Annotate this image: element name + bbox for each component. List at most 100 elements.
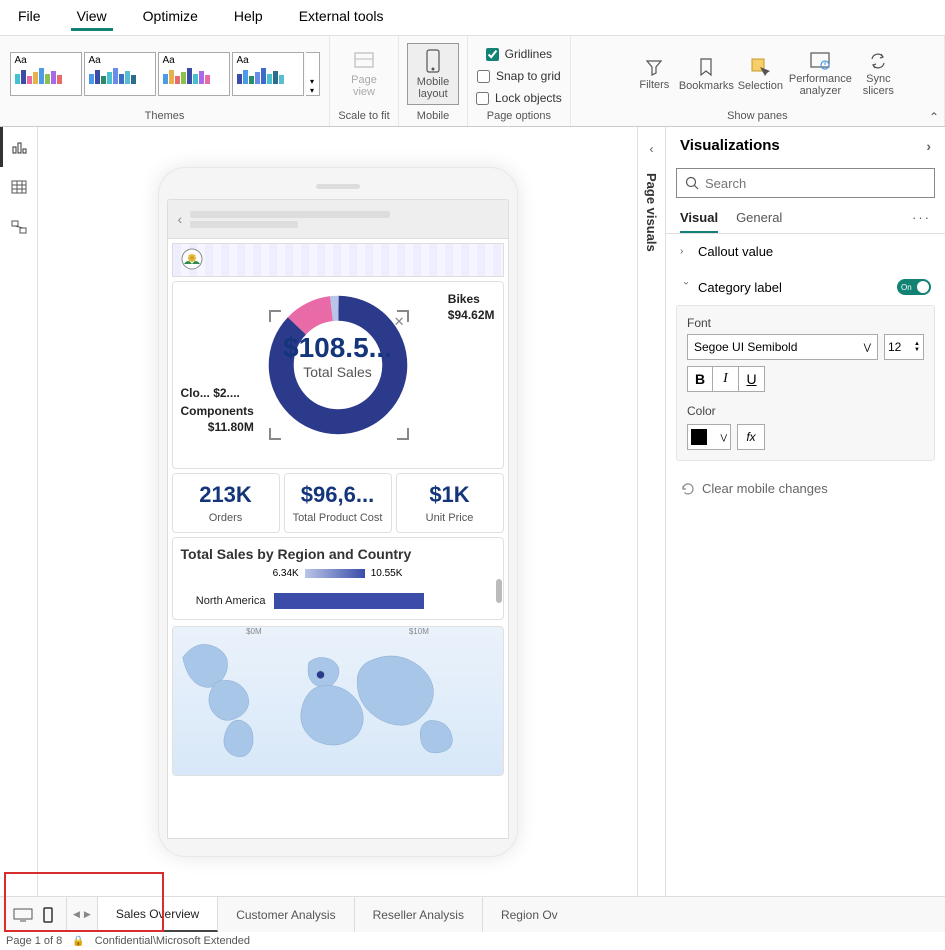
bold-button[interactable]: B [687, 366, 713, 392]
viz-pane-header: Visualizations › [666, 127, 945, 164]
kpi-product-cost[interactable]: $96,6...Total Product Cost [284, 473, 392, 533]
ribbon-group-mobile: Mobile layout Mobile [399, 36, 468, 126]
left-nav-rail [0, 127, 38, 907]
menu-file[interactable]: File [12, 4, 47, 31]
page-view-icon [352, 50, 376, 72]
chevron-down-icon: › [681, 281, 692, 293]
reset-icon [680, 482, 694, 496]
section-callout-value[interactable]: › Callout value [666, 234, 945, 269]
fx-button[interactable]: fx [737, 424, 765, 450]
page-tabs-bar: ◀ ▶ Sales Overview Customer Analysis Res… [0, 896, 945, 932]
tab-next-button[interactable]: ▶ [84, 909, 91, 920]
theme-option-3[interactable]: Aa [158, 52, 230, 96]
tab-general[interactable]: General [736, 210, 782, 233]
page-count-text: Page 1 of 8 [6, 935, 62, 947]
tab-prev-button[interactable]: ◀ [73, 909, 80, 920]
filters-button[interactable]: Filters [630, 43, 678, 105]
selection-icon [749, 56, 771, 78]
page-tab-reseller-analysis[interactable]: Reseller Analysis [355, 897, 483, 932]
page-view-button[interactable]: Page view [338, 43, 390, 105]
page-visuals-label: Page visuals [644, 173, 659, 252]
menu-help[interactable]: Help [228, 4, 269, 31]
kpi-row: 213KOrders $96,6...Total Product Cost $1… [172, 473, 504, 533]
logo-strip [172, 243, 504, 277]
ribbon-group-show-panes: Filters Bookmarks Selection Performance … [571, 36, 945, 126]
theme-dropdown[interactable]: ▾▾ [306, 52, 320, 96]
viz-search-input[interactable] [705, 176, 926, 191]
mobile-view-icon[interactable] [42, 906, 54, 924]
bar-chart-card[interactable]: Total Sales by Region and Country 6.34K1… [172, 537, 504, 620]
canvas[interactable]: ‹ $108.5... [38, 127, 637, 907]
world-map-icon [173, 627, 503, 775]
table-icon [10, 179, 28, 195]
collapse-viz-button[interactable]: › [926, 138, 931, 154]
expand-page-visuals-button[interactable]: ‹ [650, 135, 654, 163]
lock-checkbox[interactable]: Lock objects [476, 88, 562, 108]
theme-option-2[interactable]: Aa [84, 52, 156, 96]
model-view-button[interactable] [0, 207, 37, 247]
bookmark-icon [697, 56, 715, 78]
bar-chart-icon [11, 139, 29, 155]
mobile-preview: ‹ $108.5... [158, 167, 518, 857]
section-category-label[interactable]: › Category label On [666, 269, 945, 305]
gauge-icon [809, 51, 831, 71]
menu-external-tools[interactable]: External tools [293, 4, 390, 31]
category-label-toggle[interactable]: On [897, 279, 931, 295]
ribbon-group-scale: Page view Scale to fit [330, 36, 399, 126]
ribbon-group-themes: Aa Aa Aa Aa ▾▾ Themes [0, 36, 330, 126]
underline-button[interactable]: U [739, 366, 765, 392]
color-label: Color [687, 404, 924, 418]
donut-label-bikes: Bikes$94.62M [448, 292, 495, 323]
viz-tabs: Visual General ··· [666, 202, 945, 234]
theme-option-4[interactable]: Aa [232, 52, 304, 96]
viz-search-box[interactable] [676, 168, 935, 198]
sync-slicers-button[interactable]: Sync slicers [854, 43, 902, 105]
ribbon: Aa Aa Aa Aa ▾▾ Themes Page view [0, 35, 945, 127]
snap-checkbox[interactable]: Snap to grid [477, 66, 561, 86]
data-view-button[interactable] [0, 167, 37, 207]
menu-bar: File View Optimize Help External tools [0, 0, 945, 35]
ribbon-group-page-options: Gridlines Snap to grid Lock objects Page… [468, 36, 571, 126]
donut-label-clothing: Clo... $2.... [181, 386, 240, 402]
font-select[interactable]: Segoe UI Semibold⋁ [687, 334, 878, 360]
font-size-input[interactable]: 12▲▼ [884, 334, 924, 360]
report-view-button[interactable] [0, 127, 37, 167]
chart-legend: 6.34K10.55K [181, 568, 495, 579]
page-tab-region-overview[interactable]: Region Ov [483, 897, 576, 932]
selection-button[interactable]: Selection [734, 43, 786, 105]
model-icon [10, 219, 28, 235]
mobile-icon [424, 48, 442, 74]
funnel-icon [644, 57, 664, 77]
visualizations-pane: Visualizations › Visual General ··· › Ca… [665, 127, 945, 907]
desktop-view-icon[interactable] [12, 907, 34, 923]
tab-visual[interactable]: Visual [680, 210, 718, 233]
italic-button[interactable]: I [713, 366, 739, 392]
font-label: Font [687, 316, 924, 330]
kpi-orders[interactable]: 213KOrders [172, 473, 280, 533]
gridlines-checkbox[interactable]: Gridlines [486, 44, 552, 64]
viz-more-button[interactable]: ··· [912, 210, 931, 233]
menu-optimize[interactable]: Optimize [137, 4, 204, 31]
ribbon-label-themes: Themes [145, 108, 185, 126]
performance-button[interactable]: Performance analyzer [788, 43, 852, 105]
chevron-right-icon: › [680, 246, 692, 257]
ribbon-collapse-button[interactable]: ⌃ [929, 110, 939, 124]
view-switch [0, 897, 67, 932]
total-sales-label: Total Sales [283, 364, 392, 380]
donut-card[interactable]: $108.5... Total Sales Bikes$94.62M Clo..… [172, 281, 504, 469]
color-picker[interactable]: ⋁ [687, 424, 731, 450]
page-visuals-collapsed-pane: ‹ Page visuals [637, 127, 665, 907]
mobile-layout-button[interactable]: Mobile layout [407, 43, 459, 105]
bar-row-north-america: North America [181, 591, 495, 611]
bookmarks-button[interactable]: Bookmarks [680, 43, 732, 105]
kpi-unit-price[interactable]: $1KUnit Price [396, 473, 504, 533]
page-tab-customer-analysis[interactable]: Customer Analysis [218, 897, 354, 932]
map-visual[interactable]: $0M$10M [172, 626, 504, 776]
ribbon-label-show-panes: Show panes [727, 108, 788, 126]
ribbon-label-scale: Scale to fit [338, 108, 389, 126]
menu-view[interactable]: View [71, 4, 113, 31]
clear-mobile-changes-button[interactable]: Clear mobile changes [666, 471, 945, 506]
theme-option-1[interactable]: Aa [10, 52, 82, 96]
lock-icon: 🔒 [72, 936, 84, 947]
page-tab-sales-overview[interactable]: Sales Overview [98, 897, 218, 932]
